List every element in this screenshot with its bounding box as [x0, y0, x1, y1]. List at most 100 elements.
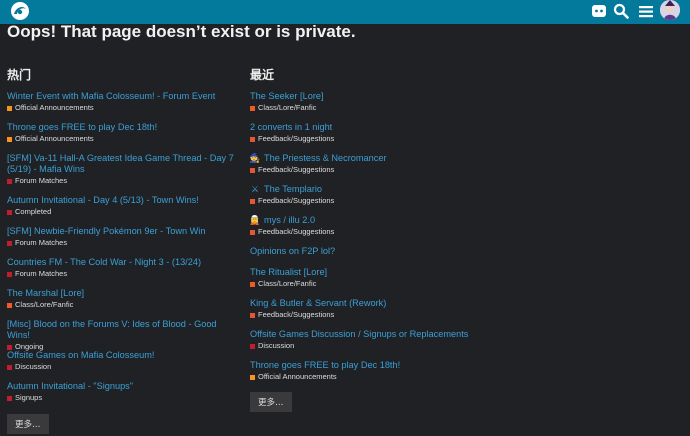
topic-link[interactable]: Offsite Games on Mafia Colosseum!	[7, 350, 237, 361]
topic-title[interactable]: [SFM] Newbie-Friendly Pokémon 9er - Town…	[7, 226, 205, 237]
topic-title[interactable]: The Seeker [Lore]	[250, 91, 324, 102]
topic-title[interactable]: The Priestess & Necromancer	[264, 153, 387, 164]
category-label[interactable]: Feedback/Suggestions	[258, 310, 334, 320]
more-popular-button[interactable]: 更多…	[7, 414, 49, 434]
category-label[interactable]: Discussion	[258, 341, 294, 351]
category-label[interactable]: Official Announcements	[15, 103, 94, 113]
topic-title[interactable]: Throne goes FREE to play Dec 18th!	[250, 360, 400, 371]
category-swatch	[250, 105, 255, 111]
forum-logo-icon[interactable]	[5, 0, 34, 21]
topic-link[interactable]: The Ritualist [Lore]	[250, 267, 480, 278]
discord-icon[interactable]	[589, 1, 609, 21]
site-header	[0, 0, 690, 24]
topic-link[interactable]: Winter Event with Mafia Colosseum! - For…	[7, 91, 237, 102]
topic-link[interactable]: [SFM] Va-11 Hall-A Greatest Idea Game Th…	[7, 153, 237, 175]
topic-title[interactable]: Offsite Games on Mafia Colosseum!	[7, 350, 154, 361]
search-icon[interactable]	[611, 1, 631, 21]
category-label[interactable]: Official Announcements	[15, 134, 94, 144]
category-label[interactable]: Class/Lore/Fanfic	[15, 300, 73, 310]
topic-title[interactable]: King & Butler & Servant (Rework)	[250, 298, 386, 309]
category-label[interactable]: Forum Matches	[15, 176, 67, 186]
topic-title[interactable]: 2 converts in 1 night	[250, 122, 332, 133]
topic-category[interactable]: Forum Matches	[7, 269, 237, 279]
topic-category[interactable]: Discussion	[7, 362, 237, 372]
category-label[interactable]: Feedback/Suggestions	[258, 134, 334, 144]
topic-link[interactable]: [Misc] Blood on the Forums V: Ides of Bl…	[7, 319, 237, 341]
topic-title[interactable]: Autumn Invitational - Day 4 (5/13) - Tow…	[7, 195, 199, 206]
topic-link[interactable]: Offsite Games Discussion / Signups or Re…	[250, 329, 480, 340]
topic-item: Throne goes FREE to play Dec 18th! Offic…	[250, 360, 480, 391]
topic-link[interactable]: The Marshal [Lore]	[7, 288, 237, 299]
topic-link[interactable]: 🧝 mys / illu 2.0	[249, 215, 480, 226]
topic-category[interactable]: Official Announcements	[250, 372, 480, 382]
topic-link[interactable]: King & Butler & Servant (Rework)	[250, 298, 480, 309]
topic-item: Countries FM - The Cold War - Night 3 - …	[7, 257, 237, 288]
topic-title[interactable]: mys / illu 2.0	[264, 215, 315, 226]
topic-link[interactable]: Autumn Invitational - "Signups"	[7, 381, 237, 392]
topic-category[interactable]: Class/Lore/Fanfic	[250, 103, 480, 113]
topic-category[interactable]: Class/Lore/Fanfic	[250, 279, 480, 289]
category-label[interactable]: Forum Matches	[15, 238, 67, 248]
topic-title[interactable]: Countries FM - The Cold War - Night 3 - …	[7, 257, 201, 268]
category-swatch	[250, 167, 255, 173]
topic-category[interactable]: Forum Matches	[7, 238, 237, 248]
topic-category[interactable]: Feedback/Suggestions	[250, 227, 480, 237]
more-latest-button[interactable]: 更多…	[250, 392, 292, 412]
category-label[interactable]: Completed	[15, 207, 51, 217]
topic-link[interactable]: Countries FM - The Cold War - Night 3 - …	[7, 257, 237, 268]
topic-item: Throne goes FREE to play Dec 18th! Offic…	[7, 122, 237, 153]
topic-category[interactable]: Feedback/Suggestions	[250, 196, 480, 206]
topic-category[interactable]: Feedback/Suggestions	[250, 310, 480, 320]
topic-title[interactable]: Offsite Games Discussion / Signups or Re…	[250, 329, 468, 340]
category-swatch	[250, 198, 255, 204]
topic-title[interactable]: [SFM] Va-11 Hall-A Greatest Idea Game Th…	[7, 153, 234, 164]
topic-title[interactable]: The Templario	[264, 184, 322, 195]
topic-link[interactable]: 🧙 The Priestess & Necromancer	[249, 153, 480, 164]
category-label[interactable]: Official Announcements	[258, 372, 337, 382]
topic-title[interactable]: Autumn Invitational - "Signups"	[7, 381, 133, 392]
category-label[interactable]: Class/Lore/Fanfic	[258, 279, 316, 289]
topic-link[interactable]: ⚔ The Templario	[250, 184, 480, 195]
topic-item: 🧝 mys / illu 2.0 Feedback/Suggestions	[249, 215, 480, 246]
topic-link[interactable]: [SFM] Newbie-Friendly Pokémon 9er - Town…	[7, 226, 237, 237]
topic-link[interactable]: Opinions on F2P lol?	[250, 246, 480, 257]
topic-category[interactable]: Signups	[7, 393, 237, 403]
topic-title[interactable]: [Misc] Blood on the Forums V: Ides of Bl…	[7, 319, 237, 341]
topic-category[interactable]: Feedback/Suggestions	[250, 165, 480, 175]
topic-link[interactable]: Autumn Invitational - Day 4 (5/13) - Tow…	[7, 195, 237, 206]
topic-title-line2[interactable]: (5/19) - Mafia Wins	[7, 164, 85, 175]
topic-item: [Misc] Blood on the Forums V: Ides of Bl…	[7, 319, 237, 351]
topic-category[interactable]: Completed	[7, 207, 237, 217]
topic-link[interactable]: 2 converts in 1 night	[250, 122, 480, 133]
topic-title[interactable]: The Marshal [Lore]	[7, 288, 84, 299]
category-swatch	[250, 312, 255, 318]
category-swatch	[7, 302, 12, 308]
category-label[interactable]: Discussion	[15, 362, 51, 372]
hamburger-menu-icon[interactable]	[636, 1, 656, 21]
topic-item: Autumn Invitational - Day 4 (5/13) - Tow…	[7, 195, 237, 226]
topic-title[interactable]: Winter Event with Mafia Colosseum! - For…	[7, 91, 215, 102]
category-swatch	[7, 240, 12, 246]
topic-item: The Seeker [Lore] Class/Lore/Fanfic	[250, 91, 480, 122]
topic-link[interactable]: The Seeker [Lore]	[250, 91, 480, 102]
topic-link[interactable]: Throne goes FREE to play Dec 18th!	[7, 122, 237, 133]
topic-category[interactable]: Forum Matches	[7, 176, 237, 186]
topic-category[interactable]: Class/Lore/Fanfic	[7, 300, 237, 310]
topic-title[interactable]: Opinions on F2P lol?	[250, 246, 335, 257]
topic-category[interactable]: Official Announcements	[7, 103, 237, 113]
topic-title[interactable]: The Ritualist [Lore]	[250, 267, 327, 278]
category-label[interactable]: Feedback/Suggestions	[258, 165, 334, 175]
topic-title[interactable]: Throne goes FREE to play Dec 18th!	[7, 122, 157, 133]
topic-item: [SFM] Va-11 Hall-A Greatest Idea Game Th…	[7, 153, 237, 195]
topic-item: 🧙 The Priestess & Necromancer Feedback/Su…	[249, 153, 480, 184]
topic-category[interactable]: Feedback/Suggestions	[250, 134, 480, 144]
topic-link[interactable]: Throne goes FREE to play Dec 18th!	[250, 360, 480, 371]
user-avatar[interactable]	[660, 0, 680, 20]
category-label[interactable]: Feedback/Suggestions	[258, 227, 334, 237]
category-label[interactable]: Feedback/Suggestions	[258, 196, 334, 206]
category-label[interactable]: Forum Matches	[15, 269, 67, 279]
category-label[interactable]: Class/Lore/Fanfic	[258, 103, 316, 113]
topic-category[interactable]: Official Announcements	[7, 134, 237, 144]
category-label[interactable]: Signups	[15, 393, 42, 403]
topic-category[interactable]: Discussion	[250, 341, 480, 351]
